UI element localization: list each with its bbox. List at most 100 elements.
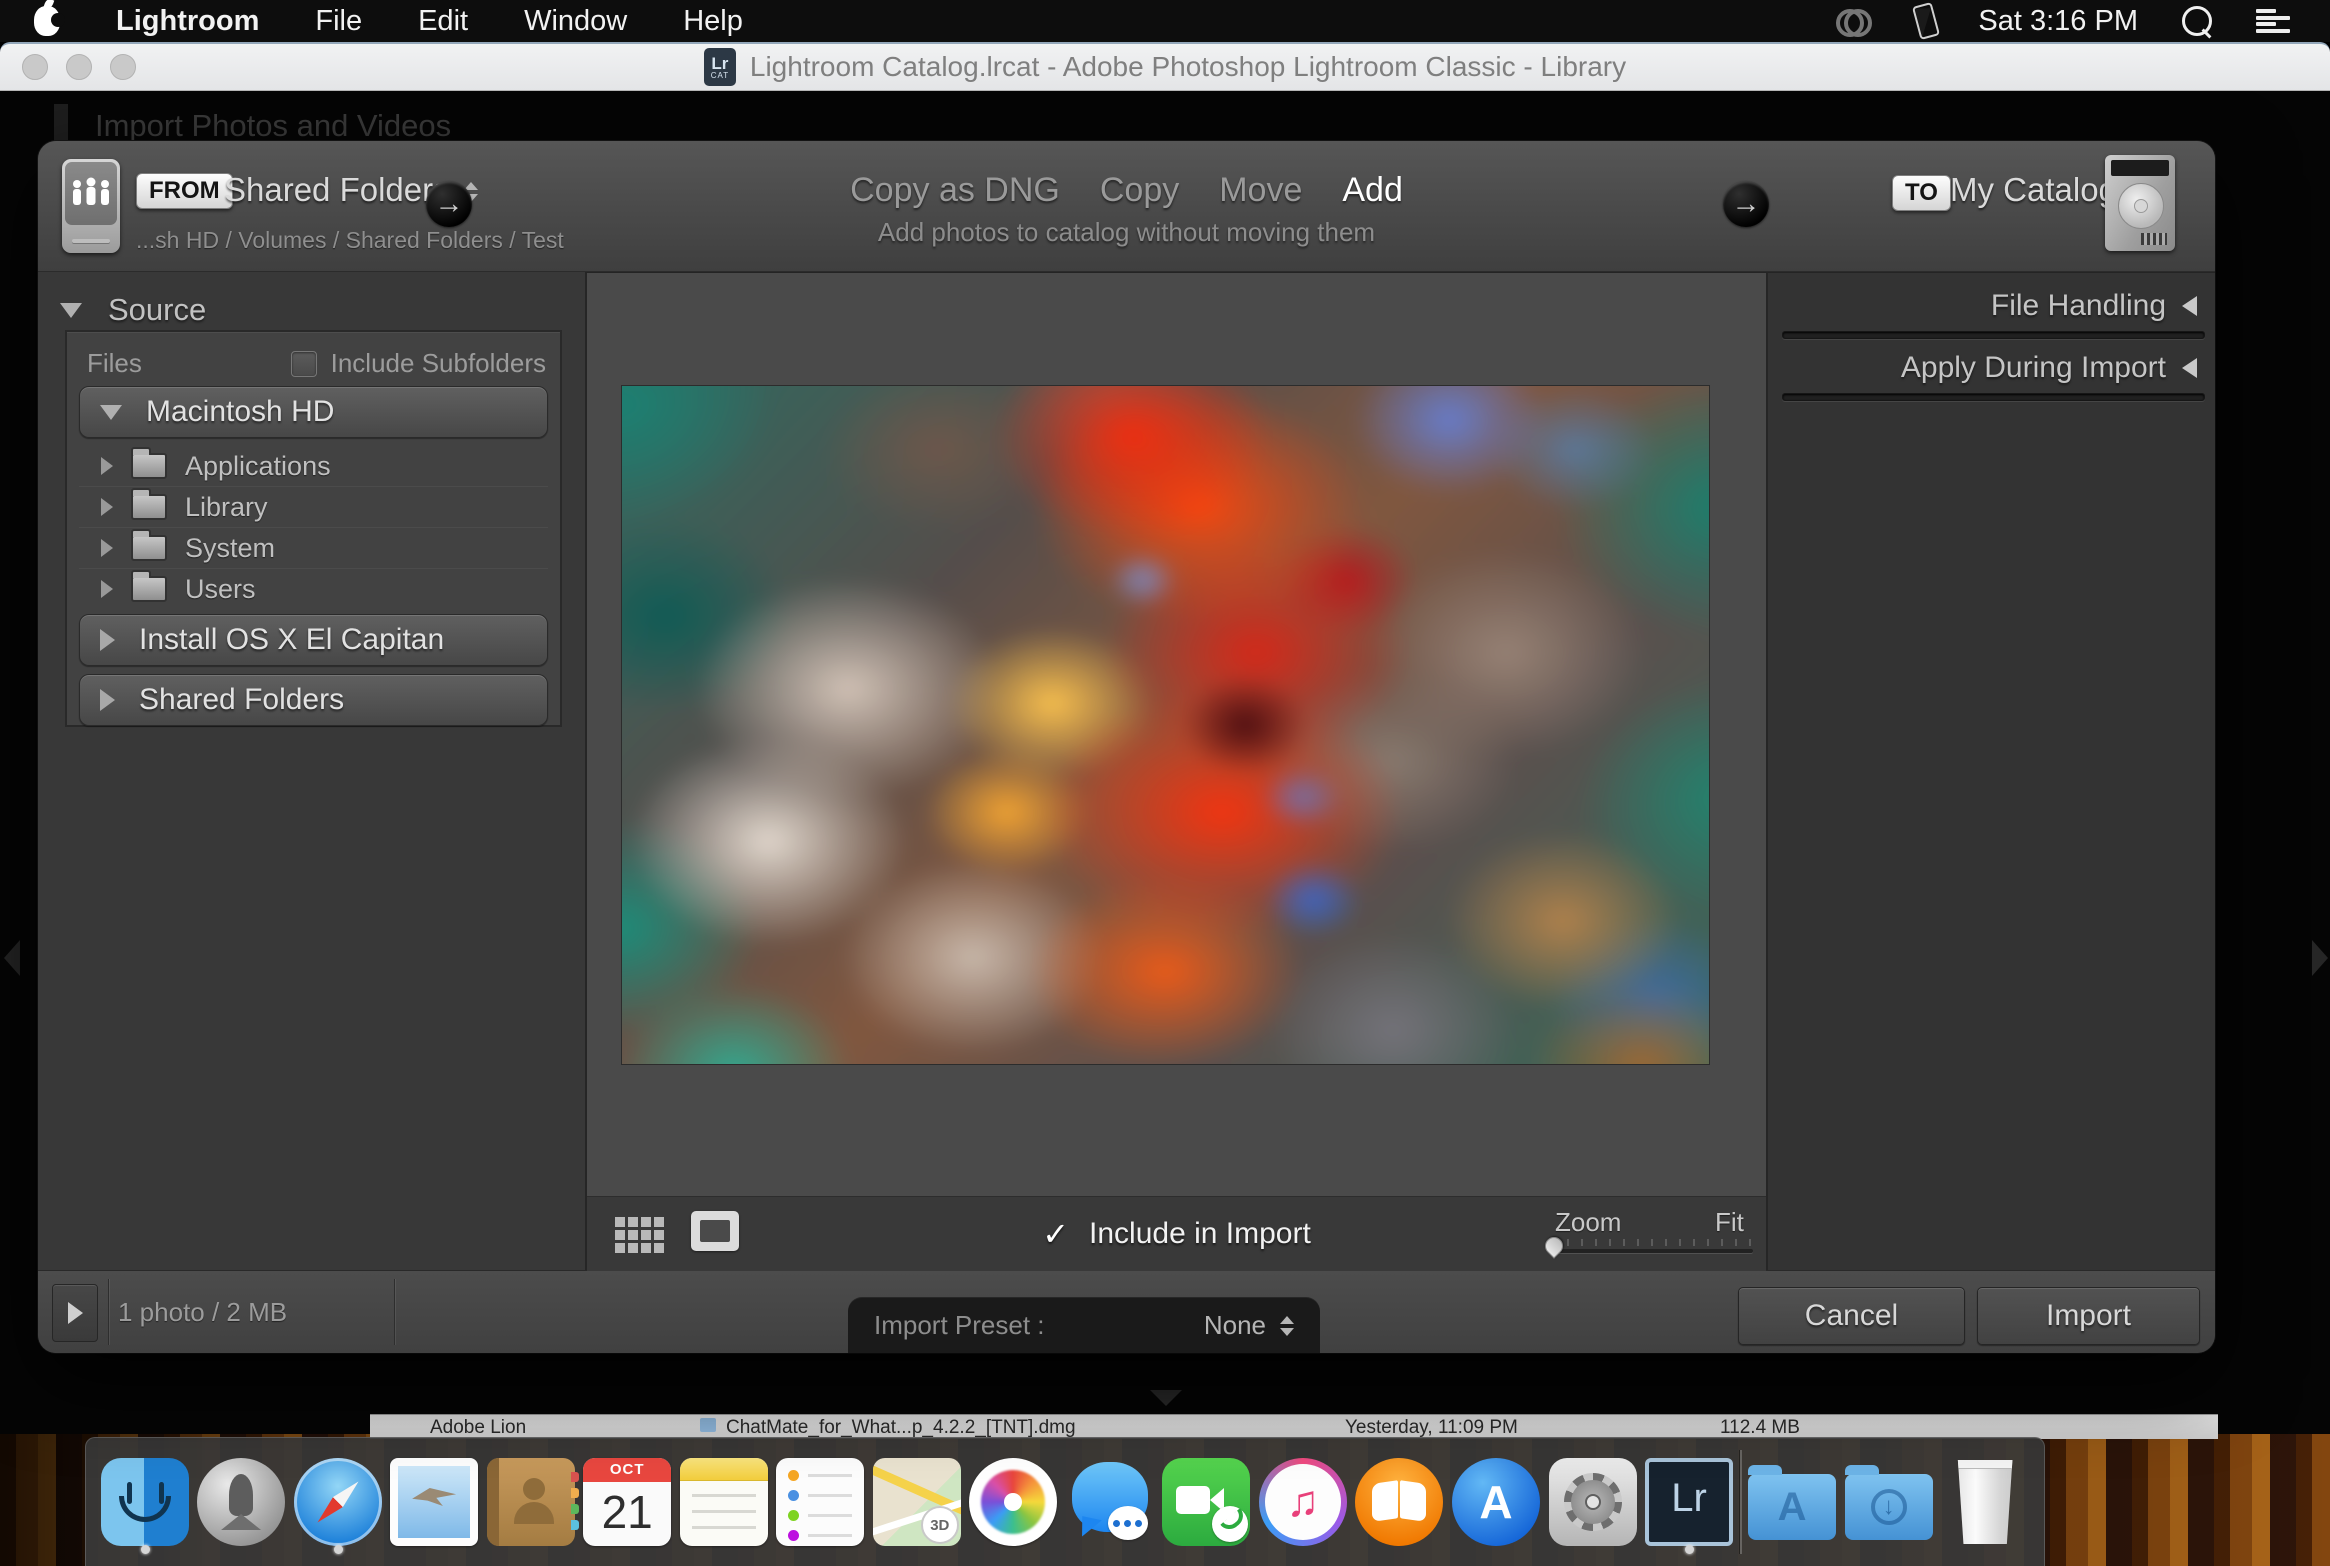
source-file-browser: Files Include Subfolders Macintosh HD Ap… xyxy=(65,330,562,727)
row-disclosure-icon[interactable] xyxy=(101,498,113,516)
method-add-selected[interactable]: Add xyxy=(1342,171,1403,210)
dock-applications-folder-icon[interactable]: A xyxy=(1746,1450,1838,1554)
filmstrip-reveal-arrow-icon[interactable] xyxy=(1150,1390,1182,1406)
dock-launchpad-icon[interactable] xyxy=(195,1450,287,1554)
window-title: Lightroom Catalog.lrcat - Adobe Photosho… xyxy=(749,51,1627,82)
import-preset-value[interactable]: None xyxy=(1204,1310,1266,1341)
dock-trash-icon[interactable] xyxy=(1939,1450,2031,1554)
import-progress-button[interactable] xyxy=(52,1284,98,1342)
dmg-file-icon xyxy=(700,1418,716,1432)
dock-photos-icon[interactable] xyxy=(967,1450,1059,1554)
finder-date-modified: Yesterday, 11:09 PM xyxy=(1345,1417,1518,1438)
menu-help[interactable]: Help xyxy=(683,5,743,38)
include-subfolders-label: Include Subfolders xyxy=(330,348,546,378)
section-divider xyxy=(1782,331,2205,339)
preset-stepper-icon[interactable] xyxy=(1280,1315,1294,1336)
import-dialog: FROM Shared Folders ...sh HD / Volumes /… xyxy=(38,141,2215,1353)
play-icon xyxy=(67,1302,83,1324)
source-disclosure-icon[interactable] xyxy=(60,302,82,318)
creative-cloud-icon[interactable] xyxy=(1834,1,1874,41)
dock-itunes-icon[interactable]: ♫ xyxy=(1257,1450,1349,1554)
background-finder-window-row: Adobe Lion ChatMate_for_What...p_4.2.2_[… xyxy=(370,1414,2218,1439)
source-panel-header[interactable]: Source xyxy=(60,292,206,328)
dock-facetime-icon[interactable] xyxy=(1160,1450,1252,1554)
include-in-import-toggle[interactable]: ✓ Include in Import xyxy=(1042,1215,1311,1253)
panel-reveal-arrow-left-icon[interactable] xyxy=(4,940,20,976)
dock-notes-icon[interactable] xyxy=(678,1450,770,1554)
shared-folders-drive-icon xyxy=(62,159,120,253)
row-disclosure-icon[interactable] xyxy=(101,457,113,475)
preview-toolbar: ✓ Include in Import Zoom Fit xyxy=(587,1196,1766,1271)
menu-edit[interactable]: Edit xyxy=(418,5,468,38)
mouse-cursor-icon xyxy=(1911,2,1941,40)
volume-install-os-x[interactable]: Install OS X El Capitan xyxy=(79,614,548,666)
photo-paint-explosion xyxy=(622,386,1709,1064)
method-description: Add photos to catalog without moving the… xyxy=(877,217,1376,247)
file-handling-section-header[interactable]: File Handling xyxy=(1991,289,2197,323)
dock-maps-icon[interactable]: 3D xyxy=(871,1450,963,1554)
volume-disclosure-icon[interactable] xyxy=(100,629,115,651)
section-divider xyxy=(1782,393,2205,401)
dock-downloads-folder-icon[interactable]: ↓ xyxy=(1843,1450,1935,1554)
cancel-button[interactable]: Cancel xyxy=(1738,1287,1965,1345)
dock-finder-icon[interactable] xyxy=(99,1450,191,1554)
import-preset-bar[interactable]: Import Preset : None xyxy=(848,1297,1320,1353)
to-badge: TO xyxy=(1892,175,1951,211)
row-disclosure-icon[interactable] xyxy=(101,539,113,557)
screen: Lightroom File Edit Window Help Sat 3:16… xyxy=(0,0,2330,1566)
dock-contacts-icon[interactable] xyxy=(485,1450,579,1554)
dock-messages-icon[interactable] xyxy=(1064,1450,1156,1554)
folder-icon xyxy=(131,488,167,520)
dock-calendar-icon[interactable]: OCT 21 xyxy=(581,1450,673,1554)
import-dialog-header: FROM Shared Folders ...sh HD / Volumes /… xyxy=(38,141,2215,272)
dock-ibooks-icon[interactable] xyxy=(1353,1450,1445,1554)
apple-menu-icon[interactable] xyxy=(34,6,65,36)
files-label: Files xyxy=(87,348,142,378)
menu-window[interactable]: Window xyxy=(524,5,627,38)
volume-disclosure-icon[interactable] xyxy=(100,404,122,420)
to-arrow-icon: → xyxy=(1723,181,1769,227)
tree-row-library[interactable]: Library xyxy=(79,487,548,528)
apply-during-import-section-header[interactable]: Apply During Import xyxy=(1901,351,2197,385)
right-panel: File Handling Apply During Import xyxy=(1768,272,2215,1271)
menu-clock[interactable]: Sat 3:16 PM xyxy=(1978,5,2138,38)
dock-lightroom-icon[interactable]: Lr xyxy=(1643,1450,1735,1554)
folder-tree: Applications Library System Users xyxy=(79,446,548,609)
volume-macintosh-hd[interactable]: Macintosh HD xyxy=(79,386,548,438)
panel-reveal-arrow-right-icon[interactable] xyxy=(2312,940,2328,976)
fit-label[interactable]: Fit xyxy=(1715,1207,1744,1238)
dock-system-preferences-icon[interactable] xyxy=(1547,1450,1639,1554)
dock-mail-icon[interactable] xyxy=(388,1450,480,1554)
photo-preview[interactable] xyxy=(622,386,1709,1064)
dock-safari-icon[interactable] xyxy=(292,1450,384,1554)
include-subfolders-checkbox[interactable] xyxy=(290,350,317,377)
folder-icon xyxy=(131,529,167,561)
notification-center-icon[interactable] xyxy=(2256,9,2290,33)
to-destination-select[interactable]: My Catalog xyxy=(1950,171,2117,209)
tree-row-users[interactable]: Users xyxy=(79,569,548,609)
source-panel: Source Files Include Subfolders Macintos… xyxy=(38,272,585,1270)
from-arrow-icon: → xyxy=(426,181,472,227)
loupe-view-icon[interactable] xyxy=(691,1211,739,1251)
tree-row-system[interactable]: System xyxy=(79,528,548,569)
spotlight-search-icon[interactable] xyxy=(2182,6,2212,36)
menu-app-name[interactable]: Lightroom xyxy=(116,5,259,38)
zoom-slider-track[interactable] xyxy=(1553,1249,1753,1253)
import-button[interactable]: Import xyxy=(1977,1287,2200,1345)
dock: OCT 21 3D ♫ A Lr A ↓ xyxy=(85,1437,2045,1566)
volume-disclosure-icon[interactable] xyxy=(100,689,115,711)
finder-folder-name: Adobe Lion xyxy=(430,1417,527,1438)
menu-file[interactable]: File xyxy=(315,5,362,38)
folder-icon xyxy=(131,447,167,479)
volume-shared-folders[interactable]: Shared Folders xyxy=(79,674,548,726)
method-copy-as-dng[interactable]: Copy as DNG xyxy=(850,171,1060,210)
row-disclosure-icon[interactable] xyxy=(101,580,113,598)
window-title-bar: Lr CAT Lightroom Catalog.lrcat - Adobe P… xyxy=(0,42,2330,91)
checkmark-icon: ✓ xyxy=(1042,1216,1070,1252)
method-copy[interactable]: Copy xyxy=(1100,171,1179,210)
grid-view-icon[interactable] xyxy=(615,1217,625,1227)
tree-row-applications[interactable]: Applications xyxy=(79,446,548,487)
dock-reminders-icon[interactable] xyxy=(774,1450,866,1554)
method-move[interactable]: Move xyxy=(1219,171,1302,210)
dock-app-store-icon[interactable]: A xyxy=(1450,1450,1542,1554)
